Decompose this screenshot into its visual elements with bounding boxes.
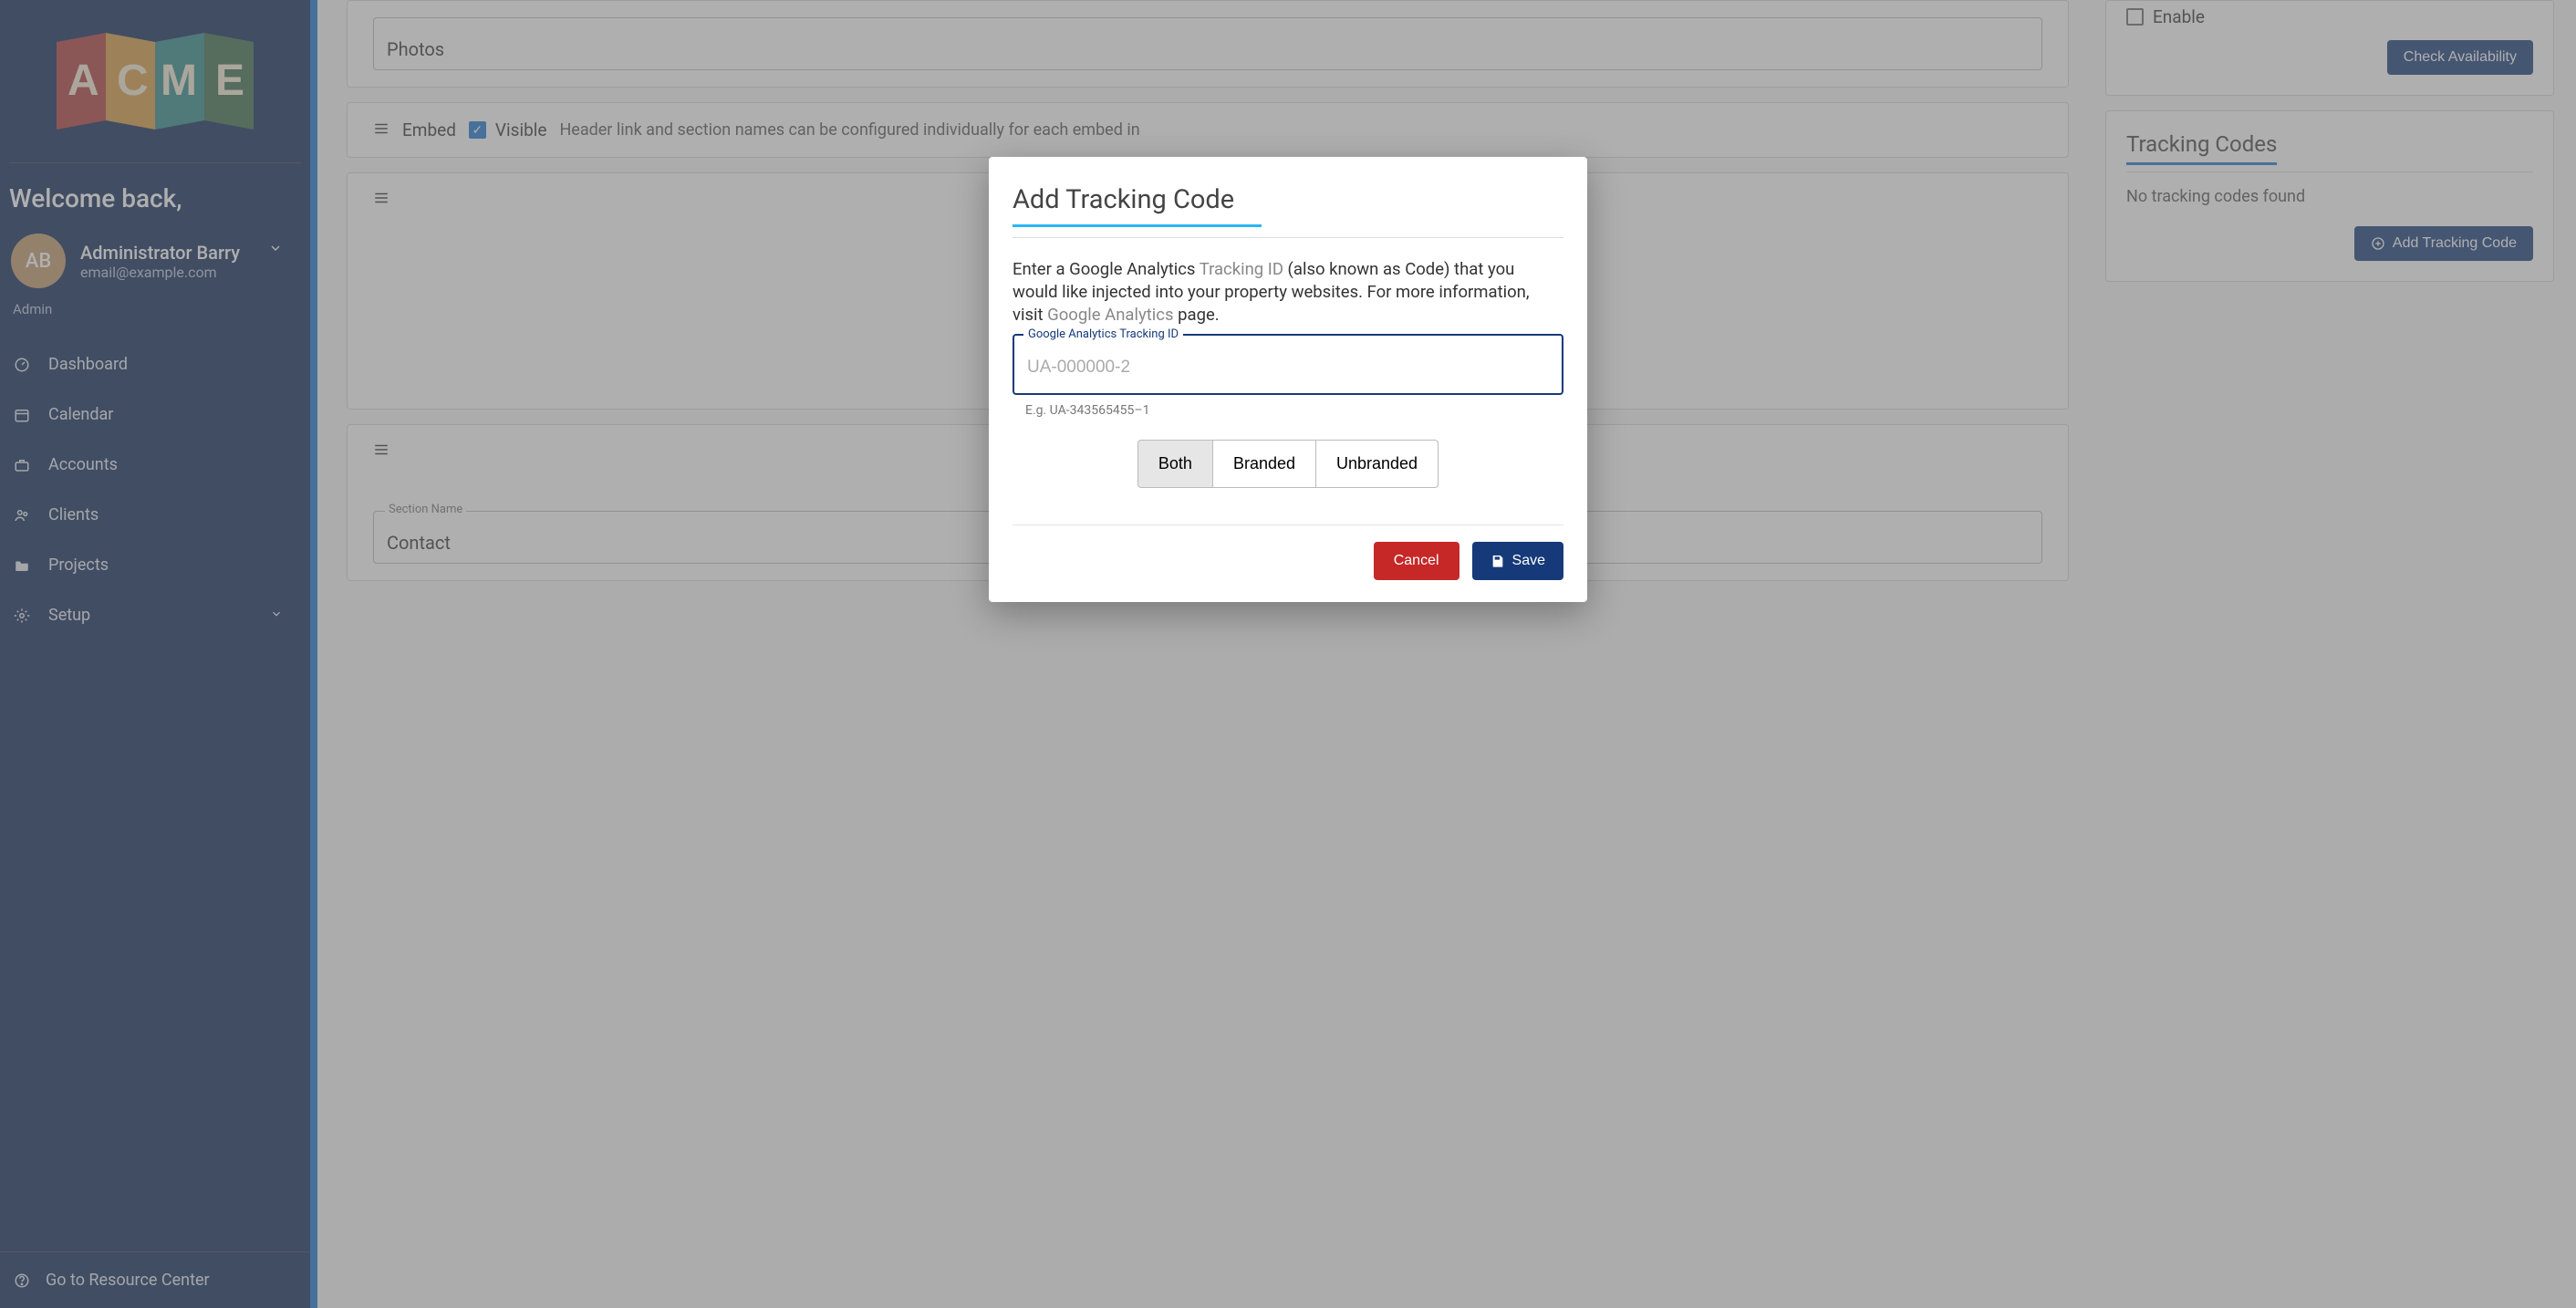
modal-intro-3: page.	[1174, 305, 1220, 325]
tracking-id-label: Google Analytics Tracking ID	[1023, 327, 1183, 343]
modal-title: Add Tracking Code	[1013, 184, 1563, 238]
modal-footer: Cancel Save	[1013, 524, 1563, 580]
cancel-button[interactable]: Cancel	[1374, 542, 1459, 580]
tracking-id-input[interactable]	[1027, 358, 1549, 378]
save-label: Save	[1512, 553, 1545, 569]
tracking-id-hint: E.g. UA-343565455–1	[1013, 395, 1563, 420]
save-icon	[1491, 554, 1505, 568]
seg-unbranded[interactable]: Unbranded	[1316, 440, 1439, 488]
add-tracking-code-modal: Add Tracking Code Enter a Google Analyti…	[989, 157, 1587, 602]
modal-intro-1: Enter a Google Analytics	[1013, 259, 1200, 279]
modal-body: Enter a Google Analytics Tracking ID (al…	[1013, 238, 1563, 514]
tracking-id-link[interactable]: Tracking ID	[1200, 259, 1283, 279]
brand-segment: Both Branded Unbranded	[1013, 440, 1563, 488]
app-root: A C M E Welcome back, AB Administrator B…	[0, 0, 2576, 1308]
seg-branded[interactable]: Branded	[1213, 440, 1316, 488]
google-analytics-link[interactable]: Google Analytics	[1047, 305, 1173, 325]
seg-both[interactable]: Both	[1137, 440, 1213, 488]
save-button[interactable]: Save	[1472, 542, 1563, 580]
modal-overlay[interactable]: Add Tracking Code Enter a Google Analyti…	[0, 0, 2576, 1308]
tracking-id-field[interactable]: Google Analytics Tracking ID	[1013, 334, 1563, 395]
